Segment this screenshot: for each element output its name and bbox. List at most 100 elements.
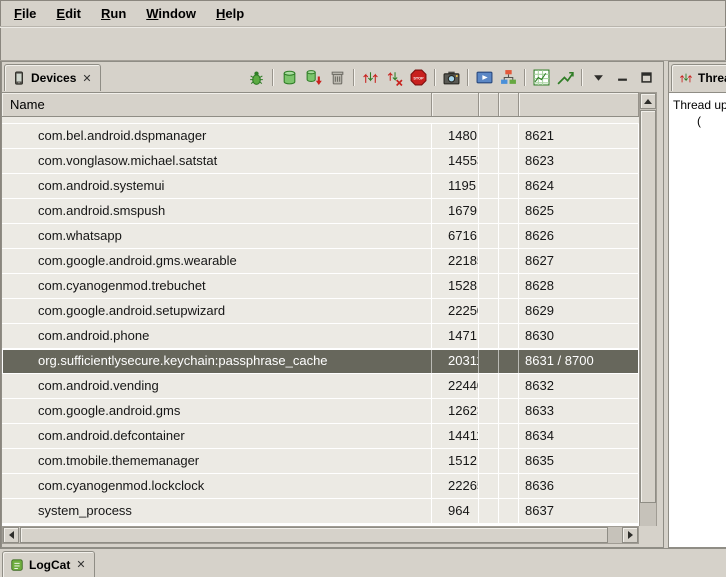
cell-port: 8632 bbox=[519, 374, 639, 398]
left-arrow-icon bbox=[9, 531, 14, 539]
toolbar-separator bbox=[353, 69, 355, 86]
close-logcat-tab-icon[interactable]: ✕ bbox=[75, 558, 86, 571]
devices-toolbar: STOP bbox=[246, 65, 657, 89]
table-row[interactable]: com.google.android.gms.wearable221858627 bbox=[2, 249, 639, 274]
table-row[interactable]: com.android.smspush16798625 bbox=[2, 199, 639, 224]
cell-name: com.android.smspush bbox=[2, 199, 432, 223]
maximize-icon[interactable] bbox=[636, 67, 657, 88]
table-row[interactable]: com.android.vending224408632 bbox=[2, 374, 639, 399]
device-icon bbox=[12, 71, 26, 85]
toolbar-separator bbox=[434, 69, 436, 86]
start-method-profiling-icon[interactable] bbox=[384, 67, 405, 88]
vertical-scrollbar[interactable] bbox=[639, 92, 657, 544]
cell-port: 8627 bbox=[519, 249, 639, 273]
table-row[interactable]: com.vonglasow.michael.satstat145538623 bbox=[2, 149, 639, 174]
horizontal-scrollbar[interactable] bbox=[2, 526, 639, 544]
cause-gc-icon[interactable] bbox=[327, 67, 348, 88]
cell-e2 bbox=[499, 299, 519, 323]
column-header-port[interactable] bbox=[519, 93, 639, 116]
table-row[interactable]: com.cyanogenmod.trebuchet15288628 bbox=[2, 274, 639, 299]
menu-help[interactable]: Help bbox=[206, 2, 254, 25]
cell-e2 bbox=[499, 424, 519, 448]
main-toolbar bbox=[0, 27, 726, 61]
stop-process-icon[interactable]: STOP bbox=[408, 67, 429, 88]
menu-edit[interactable]: Edit bbox=[46, 2, 91, 25]
cell-name: com.cyanogenmod.trebuchet bbox=[2, 274, 432, 298]
tab-threads[interactable]: Threads bbox=[671, 64, 726, 91]
cell-name: com.google.android.gms.wearable bbox=[2, 249, 432, 273]
partial-row bbox=[2, 117, 639, 124]
column-header-name[interactable]: Name bbox=[2, 93, 432, 116]
screen-record-icon[interactable] bbox=[474, 67, 495, 88]
cell-name: com.android.defcontainer bbox=[2, 424, 432, 448]
scroll-left-button[interactable] bbox=[3, 527, 19, 543]
table-row[interactable]: com.android.systemui11958624 bbox=[2, 174, 639, 199]
cell-e1 bbox=[479, 124, 499, 148]
menu-file[interactable]: File bbox=[4, 2, 46, 25]
scroll-up-button[interactable] bbox=[640, 93, 656, 109]
table-row[interactable]: com.google.android.gms126238633 bbox=[2, 399, 639, 424]
scroll-right-button[interactable] bbox=[622, 527, 638, 543]
screen-capture-icon[interactable] bbox=[441, 67, 462, 88]
table-row[interactable]: com.google.android.setupwizard222508629 bbox=[2, 299, 639, 324]
update-heap-icon[interactable] bbox=[279, 67, 300, 88]
cell-name: com.cyanogenmod.lockclock bbox=[2, 474, 432, 498]
cell-e2 bbox=[499, 199, 519, 223]
up-arrow-icon bbox=[644, 99, 652, 104]
cell-name: com.android.vending bbox=[2, 374, 432, 398]
column-header-empty-2[interactable] bbox=[499, 93, 519, 116]
column-header-empty-1[interactable] bbox=[479, 93, 499, 116]
cell-e2 bbox=[499, 449, 519, 473]
table-row[interactable]: com.bel.android.dspmanager14808621 bbox=[2, 124, 639, 149]
cell-e2 bbox=[499, 224, 519, 248]
menu-window[interactable]: Window bbox=[136, 2, 206, 25]
table-row[interactable]: com.cyanogenmod.lockclock222658636 bbox=[2, 474, 639, 499]
cell-e2 bbox=[499, 349, 519, 373]
cell-e1 bbox=[479, 324, 499, 348]
cell-name: com.tmobile.thememanager bbox=[2, 449, 432, 473]
update-threads-icon[interactable] bbox=[360, 67, 381, 88]
table-row[interactable]: system_process9648637 bbox=[2, 499, 639, 524]
cell-e2 bbox=[499, 249, 519, 273]
debug-process-icon[interactable] bbox=[246, 67, 267, 88]
column-header-pid[interactable] bbox=[432, 93, 479, 116]
ddms-window: FileEditRunWindowHelp Devices ✕ bbox=[0, 0, 726, 577]
cell-name: org.sufficientlysecure.keychain:passphra… bbox=[2, 349, 432, 373]
menu-run[interactable]: Run bbox=[91, 2, 136, 25]
cell-pid: 14411 bbox=[432, 424, 479, 448]
cell-e1 bbox=[479, 474, 499, 498]
cell-port: 8630 bbox=[519, 324, 639, 348]
cell-pid: 1679 bbox=[432, 199, 479, 223]
cell-e2 bbox=[499, 399, 519, 423]
heap-grid-icon[interactable] bbox=[531, 67, 552, 88]
table-row[interactable]: com.android.defcontainer144118634 bbox=[2, 424, 639, 449]
right-arrow-icon bbox=[628, 531, 633, 539]
table-row[interactable]: com.android.phone14718630 bbox=[2, 324, 639, 349]
cell-e1 bbox=[479, 424, 499, 448]
cell-name: com.vonglasow.michael.satstat bbox=[2, 149, 432, 173]
capture-view-hierarchy-icon[interactable] bbox=[498, 67, 519, 88]
table-row-selected[interactable]: org.sufficientlysecure.keychain:passphra… bbox=[2, 349, 639, 374]
cell-e1 bbox=[479, 149, 499, 173]
vertical-scroll-thumb[interactable] bbox=[640, 110, 656, 503]
allocation-chart-icon[interactable] bbox=[555, 67, 576, 88]
cell-port: 8629 bbox=[519, 299, 639, 323]
horizontal-scroll-thumb[interactable] bbox=[20, 527, 608, 543]
table-row[interactable]: com.tmobile.thememanager15128635 bbox=[2, 449, 639, 474]
threads-message-line: Thread up bbox=[673, 97, 726, 113]
tab-devices-label: Devices bbox=[31, 71, 76, 85]
cell-name: com.google.android.gms bbox=[2, 399, 432, 423]
table-row[interactable]: com.whatsapp67168626 bbox=[2, 224, 639, 249]
cell-e2 bbox=[499, 124, 519, 148]
minimize-icon[interactable] bbox=[612, 67, 633, 88]
cell-name: com.whatsapp bbox=[2, 224, 432, 248]
tab-devices[interactable]: Devices ✕ bbox=[4, 64, 101, 91]
close-devices-tab-icon[interactable]: ✕ bbox=[81, 72, 92, 85]
view-menu-icon[interactable] bbox=[588, 67, 609, 88]
svg-text:STOP: STOP bbox=[413, 76, 424, 80]
cell-pid: 1471 bbox=[432, 324, 479, 348]
tab-logcat[interactable]: LogCat ✕ bbox=[2, 551, 95, 577]
dump-hprof-icon[interactable] bbox=[303, 67, 324, 88]
threads-panel: Threads Thread up ( bbox=[668, 61, 726, 548]
cell-e1 bbox=[479, 399, 499, 423]
